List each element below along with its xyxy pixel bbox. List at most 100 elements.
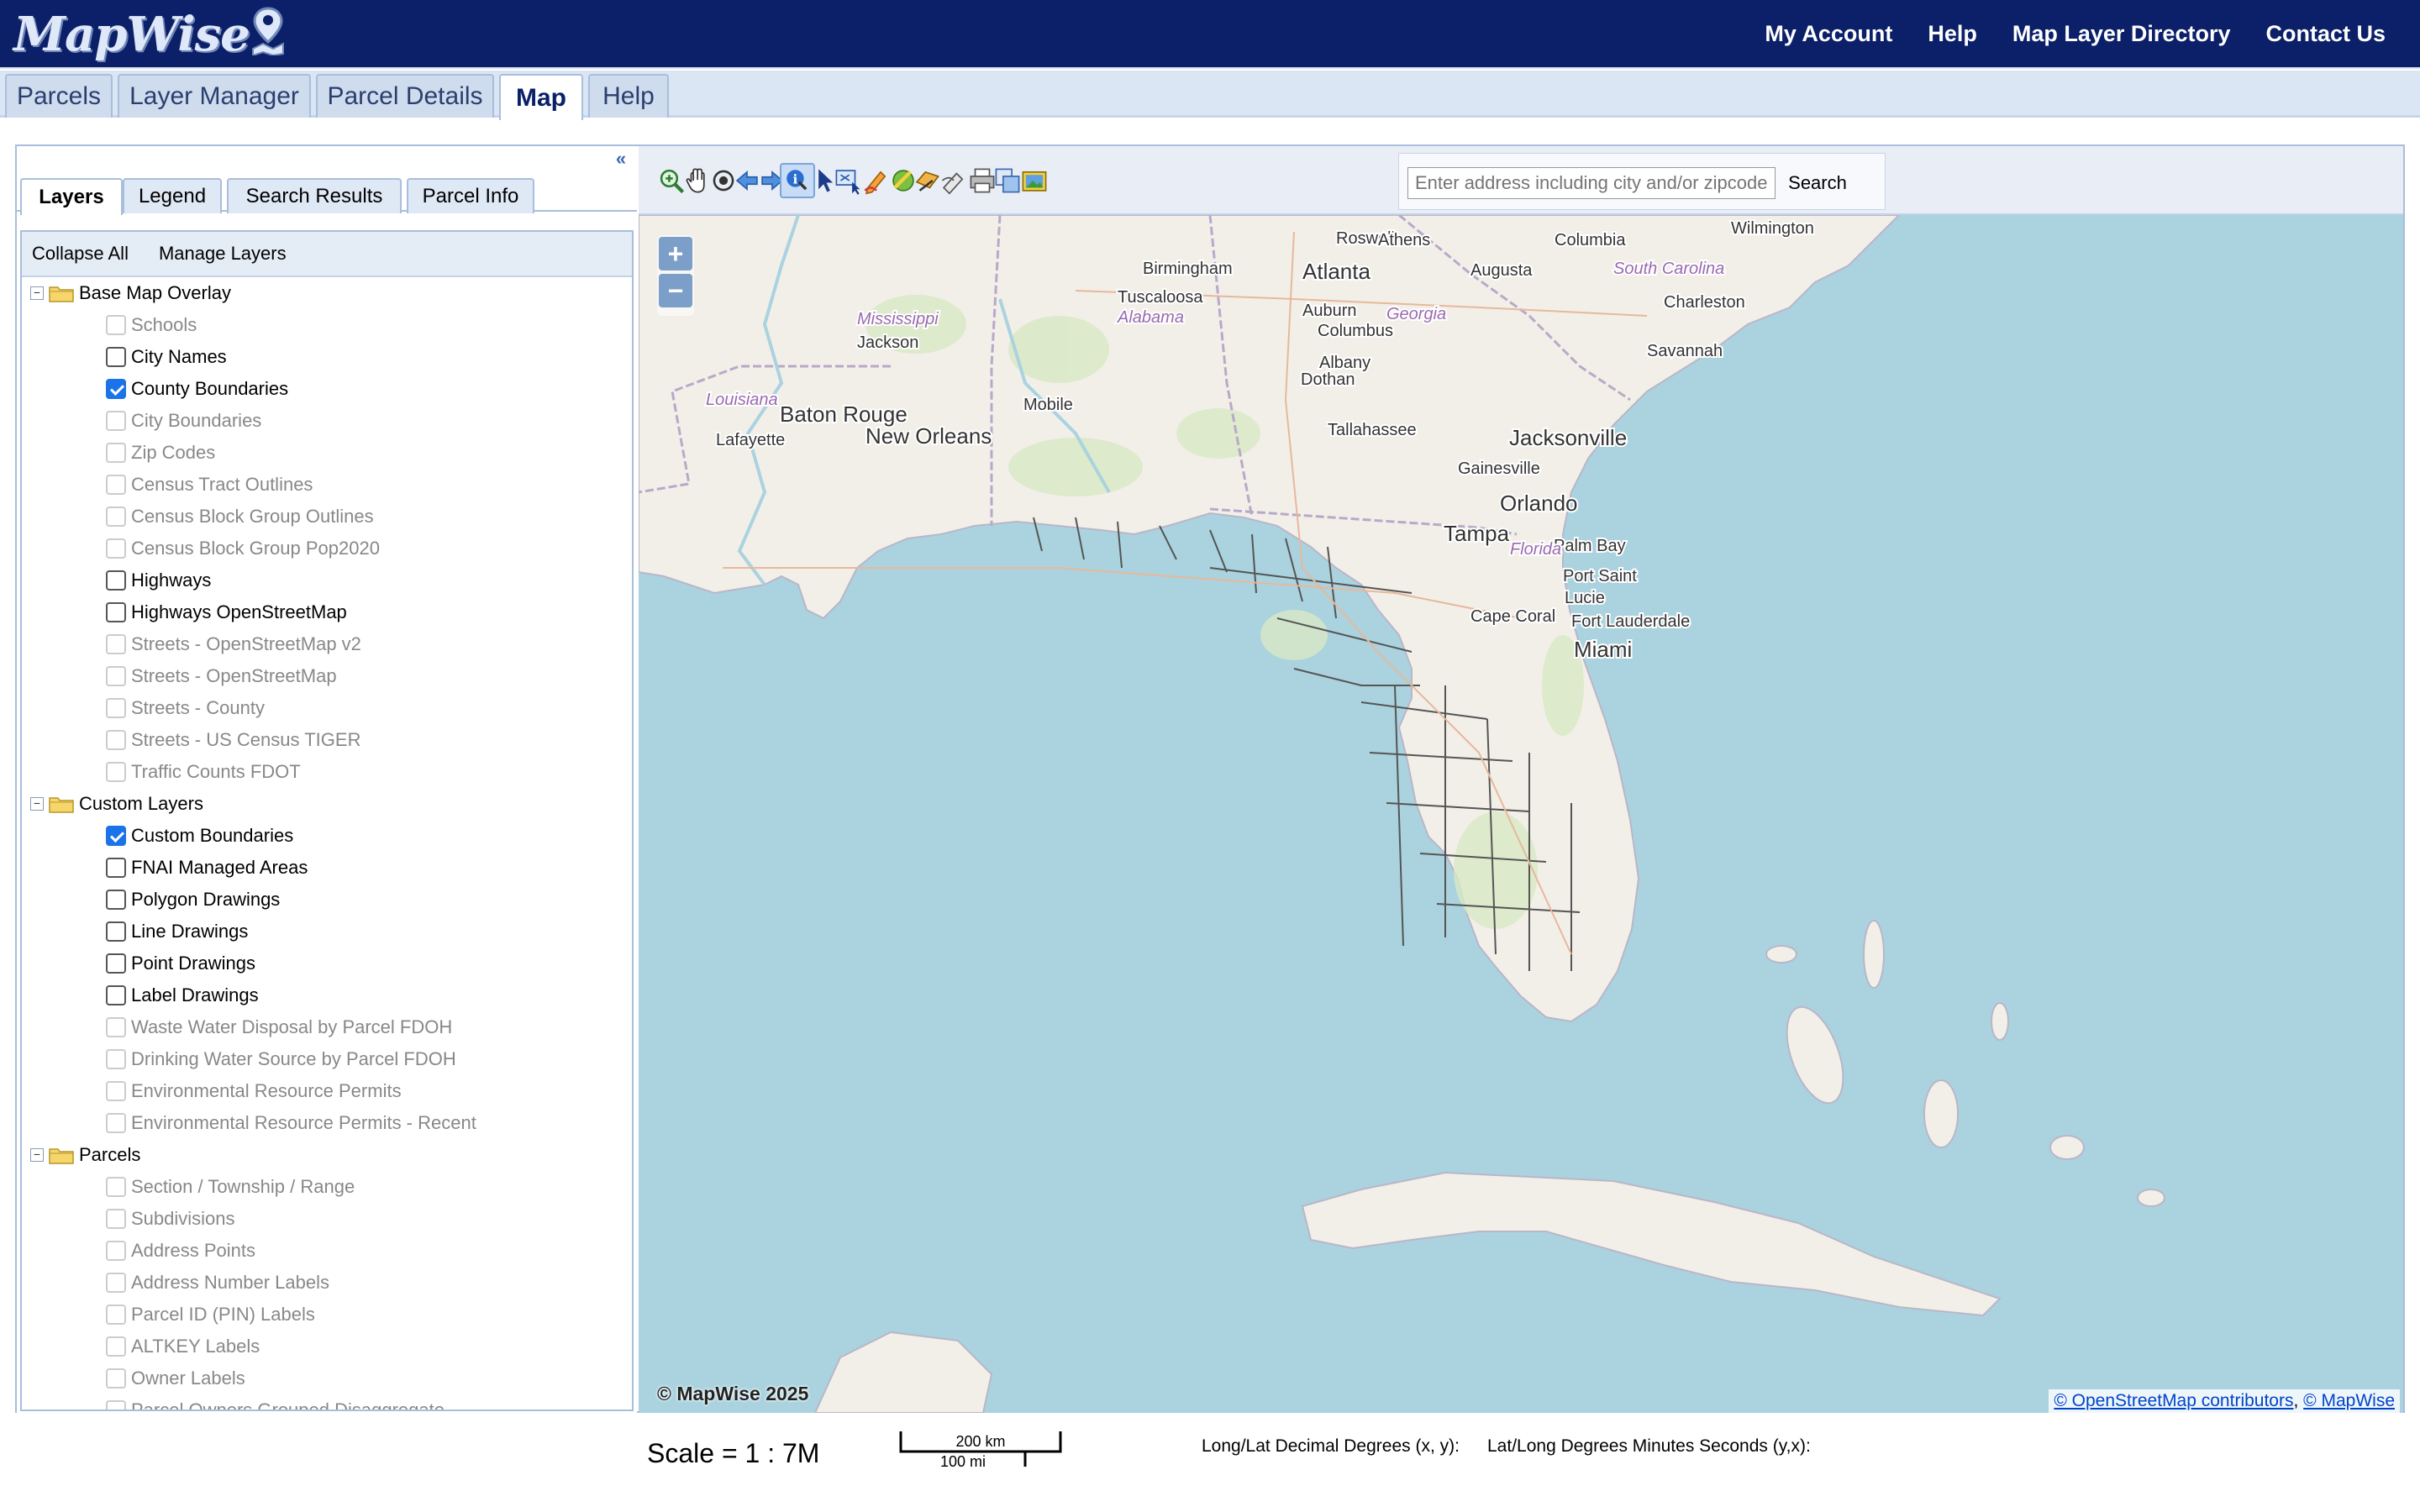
layer-item[interactable]: County Boundaries xyxy=(22,373,632,405)
layer-item: Traffic Counts FDOT xyxy=(22,756,632,788)
layer-group[interactable]: − Custom Layers xyxy=(22,788,632,820)
tab-parcels[interactable]: Parcels xyxy=(5,74,113,118)
layer-checkbox xyxy=(106,411,126,431)
map-place-label: Athens xyxy=(1378,231,1430,249)
address-search-input[interactable] xyxy=(1407,167,1776,199)
layer-checkbox[interactable] xyxy=(106,921,126,942)
nav-map-layer-directory[interactable]: Map Layer Directory xyxy=(1995,21,2249,47)
layer-item[interactable]: FNAI Managed Areas xyxy=(22,852,632,884)
manage-layers-button[interactable]: Manage Layers xyxy=(149,243,297,265)
layer-label: Address Points xyxy=(131,1240,255,1261)
map-place-label: Louisiana xyxy=(706,391,778,409)
map-place-label: Atlanta xyxy=(1302,259,1370,284)
tab-layers[interactable]: Layers xyxy=(20,178,123,215)
layer-label: Traffic Counts FDOT xyxy=(131,761,301,782)
layer-checkbox[interactable] xyxy=(106,985,126,1005)
layer-item: Census Block Group Pop2020 xyxy=(22,533,632,564)
nav-contact-us[interactable]: Contact Us xyxy=(2248,21,2403,47)
layer-label: City Boundaries xyxy=(131,410,262,431)
layer-item: Owner Labels xyxy=(22,1362,632,1394)
layer-item: Zip Codes xyxy=(22,437,632,469)
layer-item[interactable]: Custom Boundaries xyxy=(22,820,632,852)
scalebar-km-label: 200 km xyxy=(955,1433,1005,1450)
layer-checkbox[interactable] xyxy=(106,602,126,622)
layer-item[interactable]: Line Drawings xyxy=(22,916,632,948)
collapse-group-icon[interactable]: − xyxy=(30,286,44,300)
map-place-label: Columbus xyxy=(1318,322,1393,340)
nav-my-account[interactable]: My Account xyxy=(1747,21,1910,47)
layer-tree-box: Collapse All Manage Layers − Base Map Ove… xyxy=(20,230,634,1411)
layer-checkbox xyxy=(106,1241,126,1261)
layer-item[interactable]: Highways OpenStreetMap xyxy=(22,596,632,628)
layer-label: Polygon Drawings xyxy=(131,889,281,910)
layer-checkbox xyxy=(106,1273,126,1293)
layer-checkbox[interactable] xyxy=(106,953,126,974)
tab-parcel-details[interactable]: Parcel Details xyxy=(316,74,494,118)
layer-item: Streets - County xyxy=(22,692,632,724)
layer-label: Label Drawings xyxy=(131,984,259,1005)
layer-tree-toolbar: Collapse All Manage Layers xyxy=(22,232,632,277)
layer-item: Section / Township / Range xyxy=(22,1171,632,1203)
layer-label: FNAI Managed Areas xyxy=(131,857,308,878)
map-place-label: Albany xyxy=(1319,354,1370,372)
layer-item: Environmental Resource Permits - Recent xyxy=(22,1107,632,1139)
tab-layer-manager[interactable]: Layer Manager xyxy=(118,74,311,118)
layer-item[interactable]: Label Drawings xyxy=(22,979,632,1011)
layer-item[interactable]: Point Drawings xyxy=(22,948,632,979)
tab-search-results[interactable]: Search Results xyxy=(227,178,402,213)
layer-item[interactable]: Highways xyxy=(22,564,632,596)
base-map[interactable]: RoswellAthens ColumbiaWilmingtonBirmingha… xyxy=(639,215,2403,1413)
map-place-label: Palm Bay xyxy=(1554,537,1626,555)
layer-label: Schools xyxy=(131,314,197,335)
layer-group[interactable]: − Parcels xyxy=(22,1139,632,1171)
map-place-label: Wilmington xyxy=(1731,219,1814,238)
layer-group[interactable]: − Base Map Overlay xyxy=(22,277,632,309)
main-tab-bar: Parcels Layer Manager Parcel Details Map… xyxy=(0,71,2420,120)
layer-checkbox[interactable] xyxy=(106,890,126,910)
scalebar-mi-label: 100 mi xyxy=(940,1453,986,1468)
layer-label: Parcel ID (PIN) Labels xyxy=(131,1304,315,1325)
collapse-group-icon[interactable]: − xyxy=(30,1148,44,1162)
zoom-out-button[interactable]: − xyxy=(659,274,692,307)
map-place-label: Mississippi xyxy=(857,310,939,328)
osm-attribution-link[interactable]: © OpenStreetMap contributors xyxy=(2054,1391,2293,1410)
collapse-panel-icon[interactable]: « xyxy=(610,150,632,170)
layer-label: Parcel Owners Grouped Disaggregate xyxy=(131,1399,445,1411)
mapwise-logo[interactable]: MapWise xyxy=(13,5,285,64)
layer-checkbox[interactable] xyxy=(106,826,126,846)
collapse-group-icon[interactable]: − xyxy=(30,797,44,811)
coord-dms-readout: Lat/Long Degrees Minutes Seconds (y,x): xyxy=(1487,1436,1811,1456)
layer-checkbox[interactable] xyxy=(106,379,126,399)
layer-item[interactable]: Polygon Drawings xyxy=(22,884,632,916)
mapwise-attribution-link[interactable]: © MapWise xyxy=(2303,1391,2395,1410)
tab-legend[interactable]: Legend xyxy=(123,178,222,213)
layer-item: Address Number Labels xyxy=(22,1267,632,1299)
nav-help[interactable]: Help xyxy=(1910,21,1995,47)
layer-checkbox[interactable] xyxy=(106,858,126,878)
panel-tab-bar: Layers Legend Search Results Parcel Info xyxy=(17,173,637,215)
header-bar: MapWise My Account Help Map Layer Direct… xyxy=(0,0,2420,69)
layer-item: Streets - OpenStreetMap v2 xyxy=(22,628,632,660)
layer-checkbox xyxy=(106,1177,126,1197)
svg-text:i: i xyxy=(793,171,798,186)
layer-checkbox xyxy=(106,315,126,335)
search-button[interactable]: Search xyxy=(1784,167,1851,199)
layer-checkbox[interactable] xyxy=(106,347,126,367)
layer-checkbox xyxy=(106,507,126,527)
image-icon[interactable] xyxy=(1017,163,1052,198)
tab-parcel-info[interactable]: Parcel Info xyxy=(407,178,534,213)
map-attribution: © OpenStreetMap contributors, © MapWise xyxy=(2049,1389,2400,1413)
tab-help[interactable]: Help xyxy=(588,74,669,118)
tab-map[interactable]: Map xyxy=(499,74,583,120)
layer-checkbox[interactable] xyxy=(106,570,126,591)
layer-checkbox xyxy=(106,443,126,463)
map-place-label: Jacksonville xyxy=(1509,425,1627,450)
layer-label: City Names xyxy=(131,346,227,367)
layer-item[interactable]: City Names xyxy=(22,341,632,373)
logo-text: MapWise xyxy=(13,7,250,62)
collapse-all-button[interactable]: Collapse All xyxy=(22,243,139,265)
layer-group-label: Base Map Overlay xyxy=(79,282,231,303)
map-area[interactable]: i Search xyxy=(639,146,2403,1413)
layer-checkbox xyxy=(106,538,126,559)
zoom-in-button[interactable]: + xyxy=(659,237,692,270)
